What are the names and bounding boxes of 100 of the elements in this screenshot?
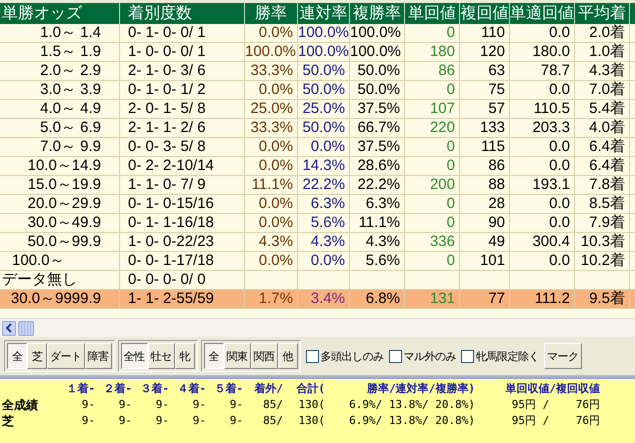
table-cell: 0.0 bbox=[549, 214, 570, 231]
table-cell: 57 bbox=[488, 100, 505, 117]
column-header[interactable]: 連対率 bbox=[298, 3, 350, 24]
filter-button[interactable]: 牡セ bbox=[148, 343, 174, 369]
checkbox[interactable] bbox=[306, 350, 318, 362]
scroll-left-button[interactable] bbox=[2, 320, 16, 336]
column-header[interactable]: 複回値 bbox=[460, 3, 510, 24]
column-header[interactable]: 単回値 bbox=[405, 3, 460, 24]
table-cell: 6.3% bbox=[310, 195, 345, 212]
checkbox-label: 多頭出しのみ bbox=[320, 350, 384, 364]
table-cell: 11.1% bbox=[252, 176, 293, 193]
summary-value: 9- bbox=[118, 397, 132, 413]
table-cell: 120 bbox=[480, 43, 505, 60]
summary-header: 勝率/連対率/複勝率) bbox=[366, 381, 475, 397]
table-cell: 5.6% bbox=[366, 252, 400, 269]
filter-button[interactable]: 障害 bbox=[84, 343, 112, 369]
table-cell: 100.0～ bbox=[12, 252, 65, 269]
table-cell: 100.0% bbox=[350, 43, 401, 60]
table-cell: 0.0% bbox=[258, 157, 293, 174]
filter-button[interactable]: 全 bbox=[7, 343, 27, 369]
table-cell: 2.0着 bbox=[589, 24, 625, 41]
table-cell: 0.0 bbox=[549, 138, 570, 155]
table-cell: 2.0～ 2.9 bbox=[40, 62, 101, 79]
summary-value: 9- bbox=[192, 413, 206, 429]
table-cell: 101 bbox=[480, 252, 505, 269]
table-cell: データ無し bbox=[2, 271, 77, 288]
table-cell: 4.0～ 4.9 bbox=[40, 100, 101, 117]
table-cell: 100.0% bbox=[298, 24, 349, 41]
table-cell: 77 bbox=[488, 290, 505, 307]
filter-button[interactable]: 他 bbox=[278, 343, 298, 369]
table-cell: 0.0% bbox=[258, 252, 293, 269]
table-cell: 2- 1- 0- 3/ 6 bbox=[128, 62, 206, 79]
mark-button[interactable]: マーク bbox=[544, 343, 582, 369]
table-cell: 300.4 bbox=[532, 233, 570, 250]
table-cell: 30.0～9999.9 bbox=[10, 290, 101, 307]
column-header[interactable]: 単適回値 bbox=[510, 3, 575, 24]
summary-header: １着- bbox=[65, 381, 95, 397]
table-cell: 0.0% bbox=[310, 138, 345, 155]
table-cell: 50.0% bbox=[357, 62, 400, 79]
filter-button[interactable]: ダート bbox=[47, 343, 84, 369]
column-header[interactable]: 着別度数 bbox=[120, 3, 245, 24]
summary-value: 6.9%/ 13.8%/ 20.8%) bbox=[348, 413, 475, 429]
checkbox-label: 牝馬限定除く bbox=[476, 350, 539, 364]
filter-button[interactable]: 全性 bbox=[120, 343, 148, 369]
table-cell: 0 bbox=[446, 214, 455, 231]
filter-button[interactable]: 関西 bbox=[250, 343, 278, 369]
table-cell: 1- 0- 0- 0/ 1 bbox=[128, 43, 206, 60]
scrollbar-thumb[interactable] bbox=[18, 320, 34, 336]
summary-value: 9- bbox=[80, 413, 95, 429]
column-header[interactable]: 単勝オッズ bbox=[0, 3, 120, 24]
table-cell: 50.0% bbox=[302, 119, 345, 136]
table-cell: 1.7% bbox=[258, 290, 293, 307]
column-header[interactable]: 勝率 bbox=[245, 3, 298, 24]
table-cell: 30.0～49.9 bbox=[28, 214, 101, 231]
table-cell: 49 bbox=[488, 233, 505, 250]
table-cell: 6.8% bbox=[366, 290, 400, 307]
table-cell: 86 bbox=[488, 157, 505, 174]
table-cell: 28 bbox=[488, 195, 505, 212]
summary-value: 85/ bbox=[262, 397, 283, 413]
summary-value: 130( bbox=[298, 413, 325, 429]
filter-button[interactable]: 芝 bbox=[27, 343, 47, 369]
table-cell: 22.2% bbox=[302, 176, 345, 193]
table-cell: 20.0～29.9 bbox=[28, 195, 101, 212]
table-cell: 100.0% bbox=[245, 43, 296, 60]
summary-value: 9- bbox=[228, 413, 243, 429]
filter-button[interactable]: 牝 bbox=[174, 343, 194, 369]
table-cell: 110 bbox=[481, 24, 505, 41]
table-cell: 37.5% bbox=[357, 138, 400, 155]
table-cell: 0- 0- 0- 0/ 0 bbox=[128, 271, 206, 288]
summary-value: 130( bbox=[298, 397, 325, 413]
table-cell: 4.3着 bbox=[589, 62, 625, 79]
table-cell: 336 bbox=[430, 233, 455, 250]
table-cell: 14.3% bbox=[302, 157, 345, 174]
summary-header: ４着- bbox=[176, 381, 206, 397]
table-cell: 28.6% bbox=[357, 157, 400, 174]
table-cell: 1- 1- 2-55/59 bbox=[128, 290, 214, 307]
table-cell: 110.5 bbox=[534, 100, 570, 117]
column-header[interactable]: 複勝率 bbox=[350, 3, 405, 24]
table-cell: 4.3% bbox=[310, 233, 345, 250]
table-cell: 0 bbox=[446, 252, 455, 269]
table-cell: 3.4% bbox=[310, 290, 345, 307]
summary-value: 9- bbox=[154, 413, 169, 429]
checkbox[interactable] bbox=[388, 350, 402, 362]
checkbox[interactable] bbox=[461, 350, 474, 362]
table-cell: 200 bbox=[430, 176, 455, 193]
table-cell: 111.2 bbox=[534, 290, 570, 307]
table-cell: 1.5～ 1.9 bbox=[40, 43, 101, 60]
table-cell: 115 bbox=[481, 138, 505, 155]
table-cell: 7.8着 bbox=[589, 176, 625, 193]
summary-value: 9- bbox=[118, 413, 132, 429]
table-cell: 0 bbox=[446, 157, 455, 174]
table-cell: 0 bbox=[446, 195, 455, 212]
table-cell: 0.0 bbox=[549, 195, 570, 212]
column-header[interactable]: 平均着 bbox=[575, 3, 630, 24]
table-cell: 25.0% bbox=[302, 100, 345, 117]
filter-button[interactable]: 全 bbox=[204, 343, 224, 369]
table-cell: 8.5着 bbox=[589, 195, 625, 212]
table-cell: 10.2着 bbox=[580, 252, 625, 269]
table-cell: 10.3着 bbox=[580, 233, 625, 250]
filter-button[interactable]: 関東 bbox=[224, 343, 250, 369]
